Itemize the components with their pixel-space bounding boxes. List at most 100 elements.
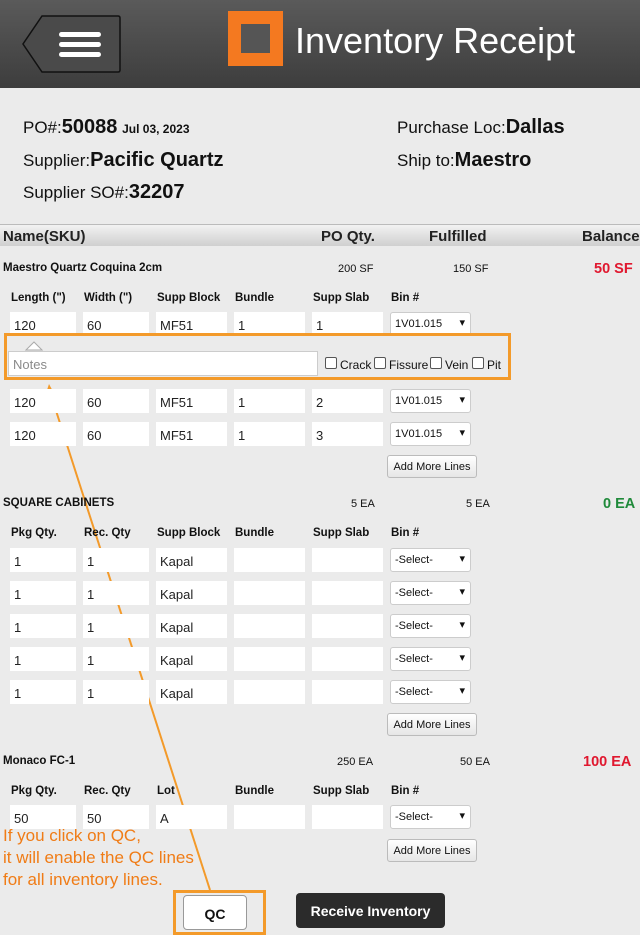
pit-label: Pit (487, 358, 502, 372)
bundle-input[interactable] (234, 581, 305, 605)
chevron-down-icon: ▾ (459, 317, 465, 329)
pkg-qty-input[interactable]: 1 (10, 680, 76, 704)
bin-value: -Select- (395, 653, 433, 665)
notes-input[interactable]: Notes (8, 351, 318, 376)
supp-block-input[interactable]: Kapal (156, 581, 227, 605)
chevron-down-icon: ▾ (459, 810, 465, 822)
crack-label: Crack (340, 358, 372, 372)
bin-select[interactable]: -Select- ▾ (390, 647, 471, 671)
width-input[interactable]: 60 (83, 389, 149, 413)
vein-label: Vein (445, 358, 469, 372)
menu-button[interactable] (22, 15, 121, 73)
ship-to-label: Ship to: (397, 151, 455, 170)
supp-block-input[interactable]: MF51 (156, 389, 227, 413)
col-bundle: Bundle (235, 527, 274, 539)
po-number-row: PO#:50088 Jul 03, 2023 (23, 116, 190, 139)
chevron-down-icon: ▾ (459, 427, 465, 439)
col-supp-slab: Supp Slab (313, 527, 370, 539)
pit-checkbox[interactable] (472, 357, 484, 369)
item-balance: 100 EA (583, 754, 632, 770)
supp-block-input[interactable]: Kapal (156, 614, 227, 638)
item-fulfilled: 150 SF (453, 263, 489, 275)
crack-checkbox[interactable] (325, 357, 337, 369)
pkg-qty-input[interactable]: 1 (10, 548, 76, 572)
supp-block-input[interactable]: Kapal (156, 647, 227, 671)
item-balance: 0 EA (603, 496, 636, 512)
ship-to: Maestro (454, 149, 532, 171)
item-po-qty: 5 EA (351, 498, 375, 510)
callout-line: for all inventory lines. (3, 870, 163, 889)
bin-select[interactable]: 1V01.015 ▾ (390, 389, 471, 413)
bin-select[interactable]: 1V01.015 ▾ (390, 422, 471, 446)
col-name: Name(SKU) (3, 228, 86, 245)
supplier-label: Supplier: (23, 151, 91, 170)
bundle-input[interactable] (234, 805, 305, 829)
fissure-label: Fissure (389, 358, 429, 372)
col-pkg-qty: Pkg Qty. (11, 785, 57, 797)
supplier-row: Supplier:Pacific Quartz (23, 149, 224, 172)
add-more-lines-button[interactable]: Add More Lines (387, 713, 477, 736)
item-fulfilled: 5 EA (466, 498, 490, 510)
bundle-input[interactable] (234, 614, 305, 638)
purchase-loc-row: Purchase Loc:Dallas (397, 116, 565, 139)
vein-checkbox[interactable] (430, 357, 442, 369)
supp-slab-input[interactable] (312, 581, 383, 605)
supp-block-input[interactable]: MF51 (156, 422, 227, 446)
rec-qty-input[interactable]: 1 (83, 548, 149, 572)
chevron-down-icon: ▾ (459, 685, 465, 697)
supplier-name: Pacific Quartz (90, 149, 224, 171)
bundle-input[interactable] (234, 680, 305, 704)
width-input[interactable]: 60 (83, 422, 149, 446)
supp-slab-input[interactable]: 3 (312, 422, 383, 446)
callout-line: it will enable the QC lines (3, 848, 194, 867)
qc-button[interactable]: QC (183, 895, 247, 930)
supp-slab-input[interactable] (312, 647, 383, 671)
bin-value: 1V01.015 (395, 428, 443, 440)
pkg-qty-input[interactable]: 1 (10, 614, 76, 638)
chevron-down-icon: ▾ (459, 586, 465, 598)
pkg-qty-input[interactable]: 1 (10, 581, 76, 605)
add-more-lines-button[interactable]: Add More Lines (387, 455, 477, 478)
supp-slab-input[interactable]: 2 (312, 389, 383, 413)
supp-block-input[interactable]: Kapal (156, 548, 227, 572)
rec-qty-input[interactable]: 1 (83, 581, 149, 605)
supp-slab-input[interactable] (312, 548, 383, 572)
chevron-down-icon: ▾ (459, 619, 465, 631)
ship-to-row: Ship to:Maestro (397, 149, 531, 172)
supp-slab-input[interactable] (312, 680, 383, 704)
bundle-input[interactable]: 1 (234, 422, 305, 446)
bin-select[interactable]: -Select- ▾ (390, 680, 471, 704)
app-header: Inventory Receipt (0, 0, 640, 88)
supp-slab-input[interactable] (312, 805, 383, 829)
add-more-lines-button[interactable]: Add More Lines (387, 839, 477, 862)
bin-select[interactable]: -Select- ▾ (390, 581, 471, 605)
bin-value: -Select- (395, 554, 433, 566)
col-supp-block: Supp Block (157, 292, 221, 304)
bin-select[interactable]: -Select- ▾ (390, 614, 471, 638)
bundle-input[interactable] (234, 647, 305, 671)
col-supp-slab: Supp Slab (313, 292, 370, 304)
chevron-down-icon: ▾ (459, 652, 465, 664)
purchase-loc-label: Purchase Loc: (397, 118, 506, 137)
bin-select[interactable]: -Select- ▾ (390, 805, 471, 829)
rec-qty-input[interactable]: 1 (83, 614, 149, 638)
rec-qty-input[interactable]: 1 (83, 647, 149, 671)
supp-block-input[interactable]: Kapal (156, 680, 227, 704)
item-po-qty: 250 EA (337, 756, 374, 768)
po-date: Jul 03, 2023 (122, 122, 190, 136)
rec-qty-input[interactable]: 1 (83, 680, 149, 704)
bin-value: 1V01.015 (395, 318, 443, 330)
pkg-qty-input[interactable]: 1 (10, 647, 76, 671)
length-input[interactable]: 120 (10, 422, 76, 446)
fissure-checkbox[interactable] (374, 357, 386, 369)
supp-slab-input[interactable] (312, 614, 383, 638)
bundle-input[interactable]: 1 (234, 389, 305, 413)
bin-select[interactable]: -Select- ▾ (390, 548, 471, 572)
length-input[interactable]: 120 (10, 389, 76, 413)
purchase-loc: Dallas (505, 116, 565, 138)
bundle-input[interactable] (234, 548, 305, 572)
bin-value: -Select- (395, 811, 433, 823)
receive-inventory-button[interactable]: Receive Inventory (296, 893, 445, 928)
col-lot: Lot (157, 785, 175, 797)
col-bundle: Bundle (235, 292, 274, 304)
